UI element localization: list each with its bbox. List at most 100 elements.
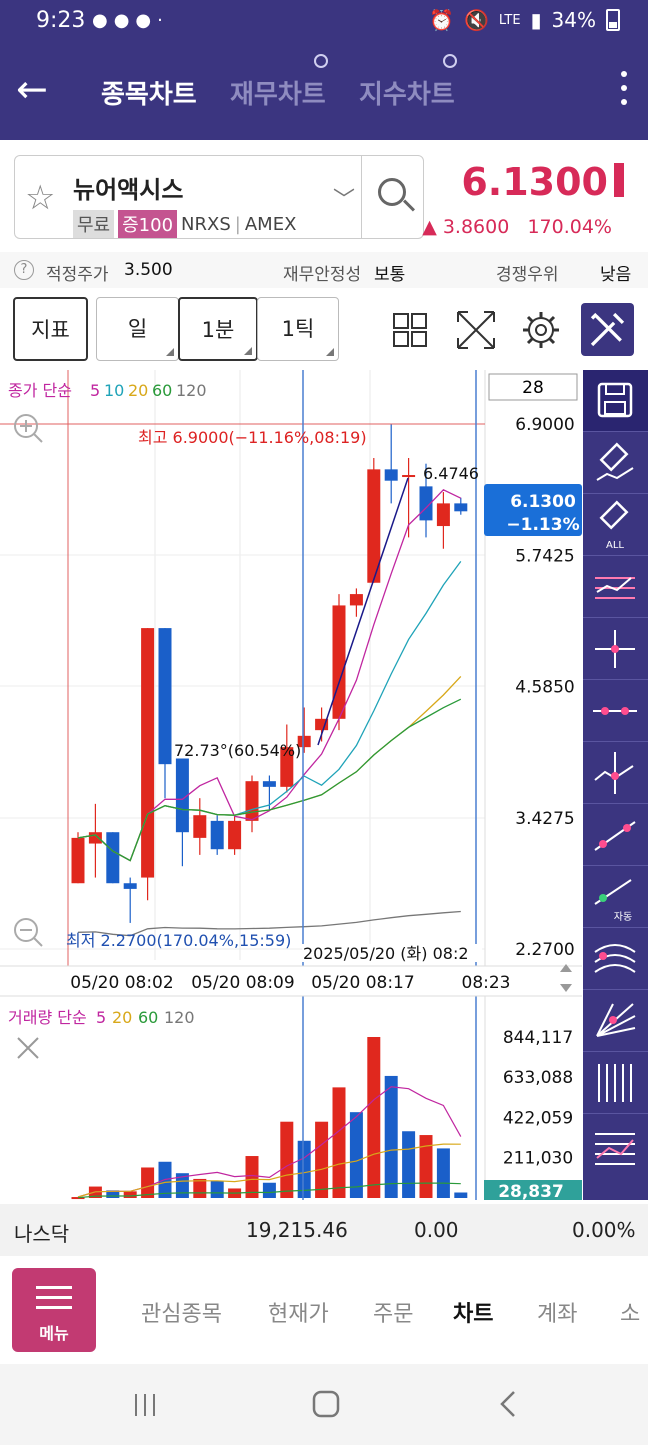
volume-bar bbox=[141, 1167, 155, 1198]
back-icon[interactable] bbox=[496, 1388, 520, 1420]
zoom-out-icon[interactable] bbox=[14, 918, 43, 947]
eraser-icon[interactable] bbox=[583, 432, 648, 494]
fan-lines-icon[interactable] bbox=[583, 990, 648, 1052]
moving-averages bbox=[77, 489, 462, 937]
vertical-line-icon[interactable] bbox=[583, 742, 648, 804]
volume-tick-label: 633,088 bbox=[503, 1068, 573, 1088]
button-label: 지표 bbox=[31, 318, 70, 342]
close-icon[interactable] bbox=[17, 1037, 39, 1059]
cross-line-icon[interactable] bbox=[583, 618, 648, 680]
gear-icon[interactable] bbox=[517, 306, 565, 354]
search-button[interactable] bbox=[361, 156, 425, 238]
erase-all-icon[interactable]: ALL bbox=[583, 494, 648, 556]
fullscreen-icon[interactable] bbox=[452, 306, 500, 354]
nav-order[interactable]: 주문 bbox=[373, 1296, 413, 1328]
volume-bar bbox=[384, 1075, 398, 1198]
candle-body bbox=[210, 820, 224, 850]
nav-more[interactable]: 소 bbox=[620, 1296, 640, 1328]
change-value: ▲ 3.8600 bbox=[422, 216, 510, 238]
favorite-star-icon[interactable]: ☆ bbox=[25, 178, 55, 218]
index-name: 나스닥 bbox=[14, 1222, 70, 1246]
indicator-button[interactable]: 지표 bbox=[13, 297, 88, 361]
back-arrow-icon[interactable]: ← bbox=[16, 70, 56, 110]
volume-bar bbox=[436, 1148, 450, 1198]
candle-body bbox=[262, 781, 276, 787]
index-pct: 0.00% bbox=[572, 1218, 636, 1242]
nav-current-price[interactable]: 현재가 bbox=[268, 1296, 329, 1328]
candle-body bbox=[384, 469, 398, 481]
volume-bar bbox=[402, 1131, 416, 1198]
angle-label: 72.73°(60.54%) bbox=[174, 741, 301, 760]
drawing-tools-icon[interactable] bbox=[581, 303, 634, 356]
horizontal-line-icon[interactable] bbox=[583, 680, 648, 742]
volume-bar bbox=[349, 1112, 363, 1198]
time-tick-label: 05/20 08:09 bbox=[191, 973, 294, 993]
ticker: NRXS bbox=[181, 213, 231, 235]
period-1min-button[interactable]: 1분 bbox=[178, 297, 258, 361]
current-price-tag-pct: −1.13% bbox=[506, 515, 579, 535]
volume-bar bbox=[367, 1037, 381, 1198]
hcl-lines-icon[interactable] bbox=[583, 556, 648, 618]
menu-button[interactable]: 메뉴 bbox=[12, 1268, 96, 1352]
volume-bar bbox=[280, 1121, 294, 1198]
ma120-label: 120 bbox=[176, 381, 207, 400]
search-icon-handle bbox=[402, 199, 416, 212]
ma60-label: 60 bbox=[152, 381, 172, 400]
search-icon bbox=[378, 178, 406, 206]
zoom-in-icon[interactable] bbox=[14, 414, 43, 443]
candle-body bbox=[402, 475, 416, 478]
index-ticker-row[interactable]: 나스닥 19,215.46 0.00 0.00% bbox=[0, 1204, 648, 1256]
tab-label: 종목차트 bbox=[101, 80, 197, 110]
stock-tags: 무료 증100 NRXS | AMEX bbox=[73, 210, 296, 238]
tab-financial-chart[interactable]: 재무차트 bbox=[230, 54, 328, 111]
system-nav-bar bbox=[0, 1364, 648, 1445]
channel-lines-icon[interactable] bbox=[583, 1114, 648, 1176]
nav-watchlist[interactable]: 관심종목 bbox=[141, 1296, 222, 1328]
nav-account[interactable]: 계좌 bbox=[537, 1296, 577, 1328]
auto-trend-icon[interactable]: 자동 bbox=[583, 866, 648, 928]
layout-grid-icon[interactable] bbox=[386, 306, 434, 354]
point-label: 6.4746 bbox=[423, 464, 479, 483]
high-label: 최고 6.9000(−11.16%,08:19) bbox=[138, 428, 367, 447]
tab-index-chart[interactable]: 지수차트 bbox=[359, 54, 457, 111]
ma5-label: 5 bbox=[90, 381, 100, 400]
mute-icon: 🔇 bbox=[464, 8, 489, 32]
home-icon[interactable] bbox=[310, 1388, 342, 1420]
bottom-nav: 메뉴 관심종목 현재가 주문 차트 계좌 소 bbox=[0, 1258, 648, 1362]
volume-bar bbox=[454, 1192, 468, 1198]
current-price: 6.1300 bbox=[461, 160, 608, 204]
volume-bar bbox=[297, 1140, 311, 1198]
save-icon[interactable] bbox=[583, 370, 648, 432]
stock-selector[interactable]: ☆ 뉴어액시스 무료 증100 NRXS | AMEX ﹀ bbox=[14, 155, 424, 239]
price-tick-label: 2.2700 bbox=[515, 940, 574, 960]
price-chart[interactable]: 종가 단순 5 10 20 60 120 28 6.9000 5.7425 4.58… bbox=[0, 370, 582, 1200]
candle-body bbox=[141, 628, 155, 878]
more-options-icon[interactable] bbox=[618, 66, 630, 114]
tab-stock-chart[interactable]: 종목차트 bbox=[101, 74, 197, 111]
arc-icon[interactable] bbox=[583, 928, 648, 990]
nav-chart[interactable]: 차트 bbox=[453, 1296, 493, 1328]
chevron-down-icon[interactable]: ﹀ bbox=[333, 182, 355, 214]
stability-label: 재무안정성 bbox=[283, 265, 362, 285]
volume-bar bbox=[419, 1135, 433, 1198]
time-zones-icon[interactable] bbox=[583, 1052, 648, 1114]
trend-line-icon[interactable] bbox=[583, 804, 648, 866]
trend-line bbox=[317, 477, 409, 746]
fair-price-label: 적정주가 bbox=[46, 265, 109, 285]
margin-tag: 증100 bbox=[118, 210, 178, 238]
price-change: ▲ 3.8600 170.04% bbox=[422, 216, 612, 238]
vol60-label: 60 bbox=[138, 1008, 158, 1027]
svg-text:ALL: ALL bbox=[606, 540, 624, 551]
grid bbox=[0, 370, 486, 1200]
competition-value: 낮음 bbox=[600, 265, 632, 285]
period-1tick-button[interactable]: 1틱 bbox=[257, 297, 339, 361]
price-tick-label: 4.5850 bbox=[515, 678, 574, 698]
help-icon[interactable]: ? bbox=[14, 260, 34, 280]
candle-body bbox=[454, 503, 468, 512]
recent-apps-icon[interactable] bbox=[130, 1390, 160, 1420]
svg-text:자동: 자동 bbox=[614, 911, 632, 923]
crosshair-time: 2025/05/20 (화) 08:2 bbox=[303, 944, 469, 963]
volume-bar bbox=[262, 1182, 276, 1198]
period-day-button[interactable]: 일 bbox=[96, 297, 179, 361]
link-badge-icon bbox=[313, 54, 328, 68]
